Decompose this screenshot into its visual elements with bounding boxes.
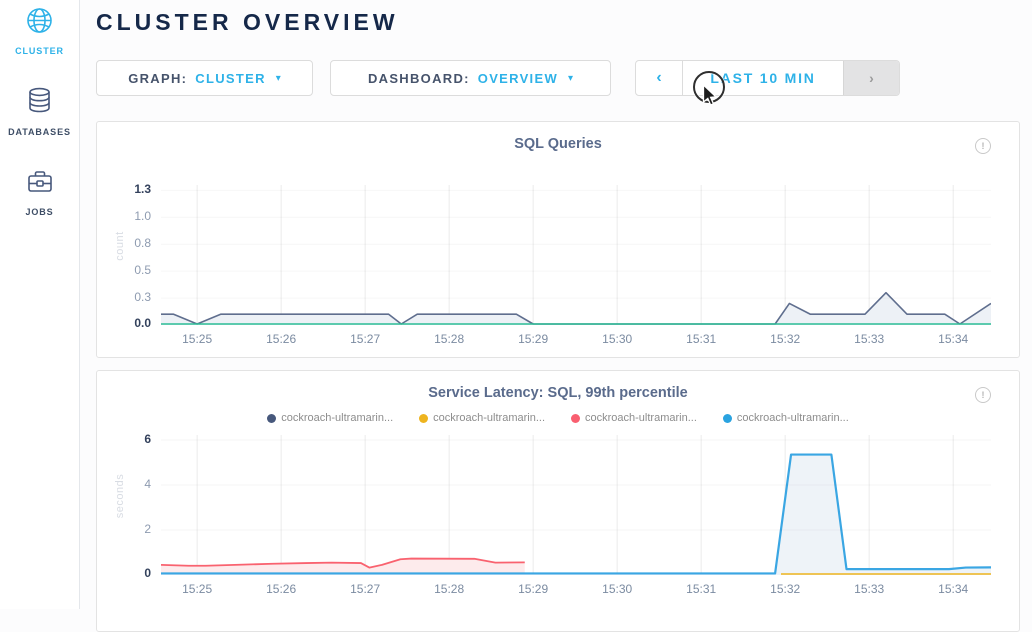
- page-title: CLUSTER OVERVIEW: [96, 9, 399, 36]
- legend-label: cockroach-ultramarin...: [281, 412, 393, 424]
- y-tick-label: 0.5: [107, 263, 151, 277]
- dashboard-dropdown[interactable]: DASHBOARD: OVERVIEW ▾: [330, 60, 611, 96]
- briefcase-icon: [26, 168, 54, 200]
- sidebar-item-cluster[interactable]: CLUSTER: [0, 7, 79, 56]
- globe-icon: [26, 7, 53, 39]
- chevron-right-icon: ›: [869, 70, 874, 86]
- sidebar: CLUSTER DATABASES JOBS: [0, 0, 80, 609]
- x-tick-label: 15:34: [923, 332, 983, 346]
- chart-card-sql-queries: SQL Queries ! count 0.00.30.50.81.01.315…: [96, 121, 1020, 358]
- legend-item: cockroach-ultramarin...: [267, 412, 393, 424]
- chevron-left-icon: ‹: [656, 69, 661, 87]
- x-tick-label: 15:26: [251, 332, 311, 346]
- graph-dropdown[interactable]: GRAPH: CLUSTER ▾: [96, 60, 313, 96]
- legend-dot-icon: [419, 414, 428, 423]
- legend-item: cockroach-ultramarin...: [419, 412, 545, 424]
- chevron-down-icon: ▾: [568, 73, 573, 84]
- x-tick-label: 15:29: [503, 332, 563, 346]
- database-icon: [26, 87, 53, 120]
- time-range-prev-button[interactable]: ‹: [636, 61, 683, 95]
- y-tick-label: 0: [107, 566, 151, 580]
- y-tick-label: 0.0: [107, 316, 151, 330]
- x-tick-label: 15:31: [671, 332, 731, 346]
- chart-svg: [161, 435, 991, 575]
- chart-legend: cockroach-ultramarin... cockroach-ultrama…: [97, 412, 1019, 424]
- info-icon[interactable]: !: [975, 138, 991, 154]
- chart-card-service-latency: Service Latency: SQL, 99th percentile ! …: [96, 370, 1020, 632]
- info-icon[interactable]: !: [975, 387, 991, 403]
- sidebar-item-label: DATABASES: [0, 127, 79, 137]
- chart-title: Service Latency: SQL, 99th percentile: [97, 385, 1019, 401]
- y-tick-label: 0.8: [107, 236, 151, 250]
- x-tick-label: 15:32: [755, 582, 815, 596]
- y-tick-label: 1.0: [107, 209, 151, 223]
- legend-dot-icon: [571, 414, 580, 423]
- sidebar-item-jobs[interactable]: JOBS: [0, 168, 79, 217]
- graph-dropdown-value: CLUSTER: [195, 71, 266, 86]
- x-tick-label: 15:30: [587, 332, 647, 346]
- chevron-down-icon: ▾: [276, 73, 281, 84]
- legend-label: cockroach-ultramarin...: [433, 412, 545, 424]
- y-tick-label: 1.3: [107, 182, 151, 196]
- x-tick-label: 15:25: [167, 582, 227, 596]
- legend-dot-icon: [723, 414, 732, 423]
- x-tick-label: 15:32: [755, 332, 815, 346]
- legend-item: cockroach-ultramarin...: [723, 412, 849, 424]
- x-tick-label: 15:27: [335, 582, 395, 596]
- time-range-picker: ‹ LAST 10 MIN ›: [635, 60, 900, 96]
- x-tick-label: 15:33: [839, 332, 899, 346]
- x-tick-label: 15:34: [923, 582, 983, 596]
- dashboard-dropdown-label: DASHBOARD:: [368, 71, 470, 86]
- chart-plot[interactable]: [161, 435, 991, 575]
- x-tick-label: 15:25: [167, 332, 227, 346]
- mouse-cursor-icon: [702, 84, 720, 112]
- time-range-next-button[interactable]: ›: [843, 61, 899, 95]
- dashboard-dropdown-value: OVERVIEW: [478, 71, 558, 86]
- legend-dot-icon: [267, 414, 276, 423]
- chart-title: SQL Queries: [97, 136, 1019, 152]
- sidebar-item-databases[interactable]: DATABASES: [0, 87, 79, 137]
- x-tick-label: 15:28: [419, 332, 479, 346]
- chart-plot[interactable]: [161, 185, 991, 325]
- chart-svg: [161, 185, 991, 325]
- legend-item: cockroach-ultramarin...: [571, 412, 697, 424]
- graph-dropdown-label: GRAPH:: [128, 71, 187, 86]
- x-tick-label: 15:29: [503, 582, 563, 596]
- legend-label: cockroach-ultramarin...: [585, 412, 697, 424]
- x-tick-label: 15:31: [671, 582, 731, 596]
- y-tick-label: 4: [107, 477, 151, 491]
- sidebar-item-label: JOBS: [0, 207, 79, 217]
- sidebar-item-label: CLUSTER: [0, 46, 79, 56]
- x-tick-label: 15:33: [839, 582, 899, 596]
- y-tick-label: 0.3: [107, 290, 151, 304]
- legend-label: cockroach-ultramarin...: [737, 412, 849, 424]
- x-tick-label: 15:27: [335, 332, 395, 346]
- y-tick-label: 6: [107, 432, 151, 446]
- x-tick-label: 15:30: [587, 582, 647, 596]
- y-tick-label: 2: [107, 522, 151, 536]
- x-tick-label: 15:26: [251, 582, 311, 596]
- x-tick-label: 15:28: [419, 582, 479, 596]
